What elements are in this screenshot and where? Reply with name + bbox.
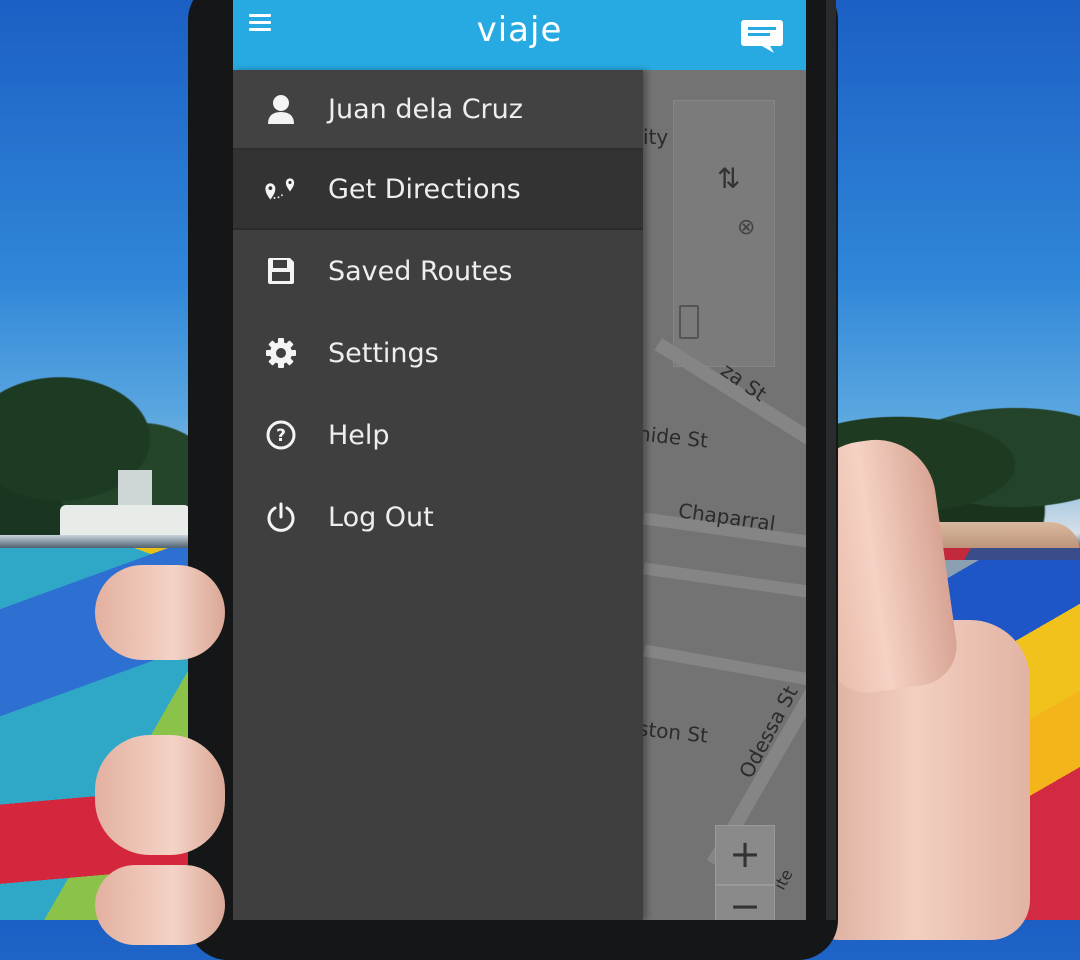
map-label-street: ston St: [636, 716, 710, 748]
location-marker-icon: [679, 305, 699, 339]
road: [643, 562, 806, 600]
hand-finger: [95, 865, 225, 945]
drawer-item-label: Log Out: [328, 501, 434, 533]
hand-finger: [95, 735, 225, 855]
drawer-item-label: Saved Routes: [328, 255, 513, 287]
drawer-item-saved-routes[interactable]: Saved Routes: [233, 232, 643, 310]
app-bar: viaje: [233, 0, 806, 70]
clear-icon[interactable]: ⊗: [737, 215, 755, 240]
zoom-out-button[interactable]: −: [715, 885, 775, 920]
user-name: Juan dela Cruz: [328, 93, 523, 125]
map-label-city: ity: [643, 125, 669, 149]
building-tower: [118, 470, 152, 510]
drawer-item-get-directions[interactable]: Get Directions: [233, 150, 643, 230]
hand-finger: [95, 565, 225, 660]
zoom-in-button[interactable]: +: [715, 825, 775, 885]
phone-edge: [826, 0, 836, 920]
gear-icon: [263, 335, 299, 371]
drawer-item-label: Help: [328, 419, 390, 451]
drawer-item-help[interactable]: ? Help: [233, 396, 643, 474]
navigation-drawer: Juan dela Cruz Get Directions Saved Rout…: [233, 70, 643, 920]
user-icon: [263, 91, 299, 127]
drawer-item-label: Get Directions: [328, 173, 521, 205]
power-icon: [263, 499, 299, 535]
help-icon: ?: [263, 417, 299, 453]
map-label-street: hide St: [636, 421, 710, 453]
chat-icon[interactable]: [740, 18, 784, 54]
directions-pin-icon: [263, 171, 299, 207]
swap-icon[interactable]: ⇅: [717, 162, 740, 195]
drawer-item-settings[interactable]: Settings: [233, 314, 643, 392]
phone-screen: ity ⇅ ⊗ za St hide St Chaparral ston St …: [233, 0, 806, 920]
drawer-user-profile[interactable]: Juan dela Cruz: [233, 70, 643, 150]
drawer-item-log-out[interactable]: Log Out: [233, 478, 643, 556]
app-title: viaje: [476, 10, 563, 50]
svg-text:?: ?: [276, 426, 286, 446]
save-icon: [263, 253, 299, 289]
building: [60, 505, 190, 535]
drawer-item-label: Settings: [328, 337, 439, 369]
